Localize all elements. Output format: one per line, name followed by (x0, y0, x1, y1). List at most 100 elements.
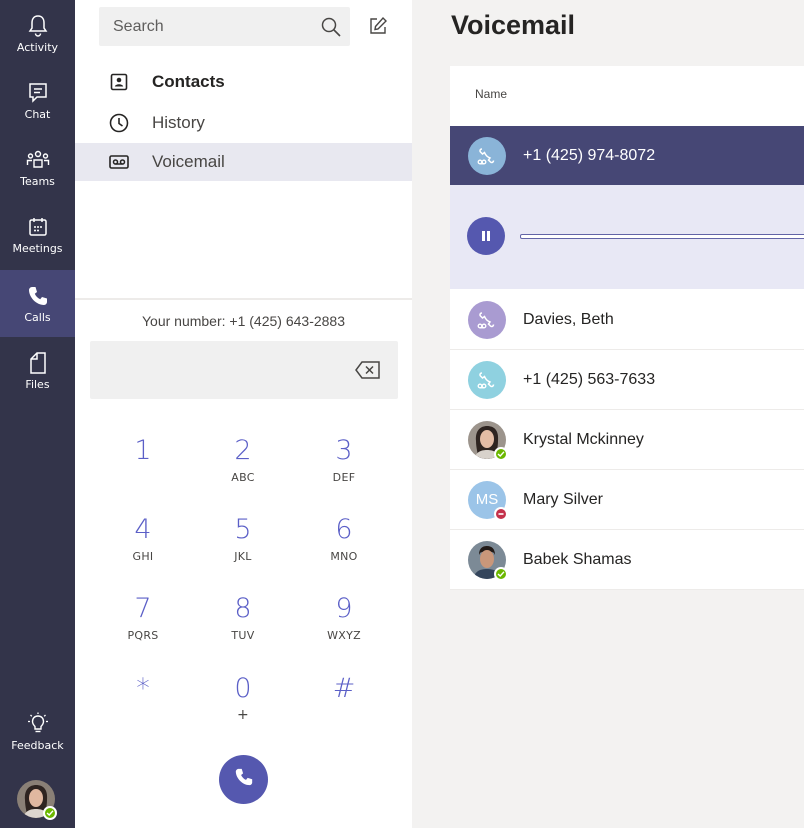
dialpad-key-8[interactable]: 8 TUV (203, 593, 283, 657)
dialpad-key-4[interactable]: 4 GHI (103, 514, 183, 578)
rail-item-activity[interactable]: Activity (0, 0, 75, 67)
row-name: Babek Shamas (523, 550, 632, 568)
key-letters: GHI (132, 550, 154, 563)
voicemail-row[interactable]: +1 (425) 974-8072 (450, 126, 804, 186)
page-title: Voicemail (451, 10, 576, 40)
voicemail-row[interactable]: +1 (425) 563-7633 (450, 350, 804, 410)
rail-label: Feedback (11, 739, 64, 752)
file-icon (25, 350, 51, 376)
key-digit: 8 (234, 593, 252, 624)
dialpad-key-3[interactable]: 3 DEF (304, 435, 384, 499)
compose-icon[interactable] (367, 15, 389, 37)
user-avatar[interactable] (17, 780, 57, 820)
avatar (468, 420, 508, 461)
search-input[interactable]: Search (99, 7, 350, 46)
rail-label: Activity (16, 41, 59, 54)
phone-icon (25, 283, 51, 309)
avatar: MS (468, 480, 508, 521)
key-digit: 7 (134, 593, 152, 624)
dialpad-key-5[interactable]: 5 JKL (203, 514, 283, 578)
backspace-icon[interactable] (354, 359, 382, 381)
voicemail-row[interactable]: MS Mary Silver (450, 470, 804, 530)
rail-item-calls[interactable]: Calls (0, 270, 75, 337)
status-available-icon (494, 566, 508, 581)
rail-item-meetings[interactable]: Meetings (0, 201, 75, 268)
rail-item-chat[interactable]: Chat (0, 67, 75, 134)
nav-item-history[interactable]: History (75, 104, 412, 142)
calls-pane: Search Contacts History Voicemail Your n… (75, 0, 412, 828)
key-digit: 5 (234, 514, 252, 545)
key-letters: PQRS (127, 629, 159, 642)
nav-item-voicemail[interactable]: Voicemail (75, 143, 412, 181)
dialpad-key-1[interactable]: 1 (103, 435, 183, 499)
key-digit: 9 (335, 593, 353, 624)
lightbulb-icon (25, 711, 51, 737)
key-digit: 6 (335, 514, 353, 545)
row-name: Krystal Mckinney (523, 430, 644, 448)
voicemail-phone-icon (477, 148, 495, 165)
pause-button[interactable] (467, 217, 505, 255)
avatar (468, 540, 508, 581)
rail-item-files[interactable]: Files (0, 337, 75, 404)
dialpad-key-star[interactable]: * (103, 673, 183, 737)
key-digit: 2 (234, 435, 252, 466)
voicemail-phone-icon (477, 311, 495, 328)
rail-label: Files (25, 378, 50, 391)
voicemail-main: Voicemail Name +1 (425) 974-8072 Davies,… (412, 0, 804, 828)
column-header-name[interactable]: Name (475, 87, 507, 101)
avatar-initials: MS (475, 491, 499, 508)
dialpad-key-0[interactable]: 0 + (203, 673, 283, 737)
rail-label: Teams (20, 175, 55, 188)
dialpad-key-6[interactable]: 6 MNO (304, 514, 384, 578)
key-letters: + (236, 707, 250, 723)
key-letters: ABC (231, 471, 255, 484)
dialpad-key-2[interactable]: 2 ABC (203, 435, 283, 499)
calendar-icon (25, 214, 51, 240)
call-button[interactable] (219, 755, 268, 804)
key-letters: WXYZ (327, 629, 361, 642)
nav-item-contacts[interactable]: Contacts (75, 63, 412, 101)
rail-item-feedback[interactable]: Feedback (0, 698, 75, 765)
rail-label: Meetings (12, 242, 63, 255)
row-name: +1 (425) 974-8072 (523, 147, 656, 164)
rail-item-teams[interactable]: Teams (0, 134, 75, 201)
voicemail-phone-icon (477, 371, 495, 388)
voicemail-row[interactable]: Krystal Mckinney (450, 410, 804, 470)
key-digit: 3 (335, 435, 353, 466)
clock-icon (108, 112, 130, 134)
dial-number-input[interactable] (90, 341, 398, 399)
search-icon[interactable] (320, 16, 342, 38)
key-digit: 4 (134, 514, 152, 545)
key-letters: JKL (234, 550, 252, 563)
app-rail: Activity Chat Teams Meetings Calls Files (0, 0, 75, 828)
key-digit: * (136, 673, 150, 704)
nav-label: History (152, 113, 205, 132)
voicemail-row[interactable]: Davies, Beth (450, 290, 804, 350)
key-letters: TUV (231, 629, 255, 642)
nav-label: Voicemail (152, 152, 225, 171)
pause-icon (482, 231, 490, 241)
avatar (468, 137, 506, 175)
teams-icon (25, 147, 51, 173)
row-name: Mary Silver (523, 490, 604, 508)
key-digit: # (332, 673, 356, 704)
voicemail-list: Name +1 (425) 974-8072 Davies, Beth +1 (… (450, 66, 804, 590)
voicemail-icon (108, 151, 130, 173)
divider (75, 298, 412, 300)
voicemail-player (450, 185, 804, 289)
avatar (468, 360, 506, 399)
rail-label: Calls (24, 311, 51, 324)
key-letters: MNO (330, 550, 358, 563)
dialpad-key-hash[interactable]: # (304, 673, 384, 737)
key-digit: 1 (134, 435, 152, 466)
voicemail-row[interactable]: Babek Shamas (450, 530, 804, 590)
avatar (468, 300, 506, 339)
row-name: Davies, Beth (523, 310, 614, 328)
dialpad-key-7[interactable]: 7 PQRS (103, 593, 183, 657)
key-letters: DEF (332, 471, 356, 484)
playback-progress-bar[interactable] (520, 234, 804, 239)
nav-label: Contacts (152, 72, 225, 91)
key-digit: 0 (234, 673, 252, 704)
dialpad-key-9[interactable]: 9 WXYZ (304, 593, 384, 657)
status-do-not-disturb-icon (494, 506, 508, 521)
